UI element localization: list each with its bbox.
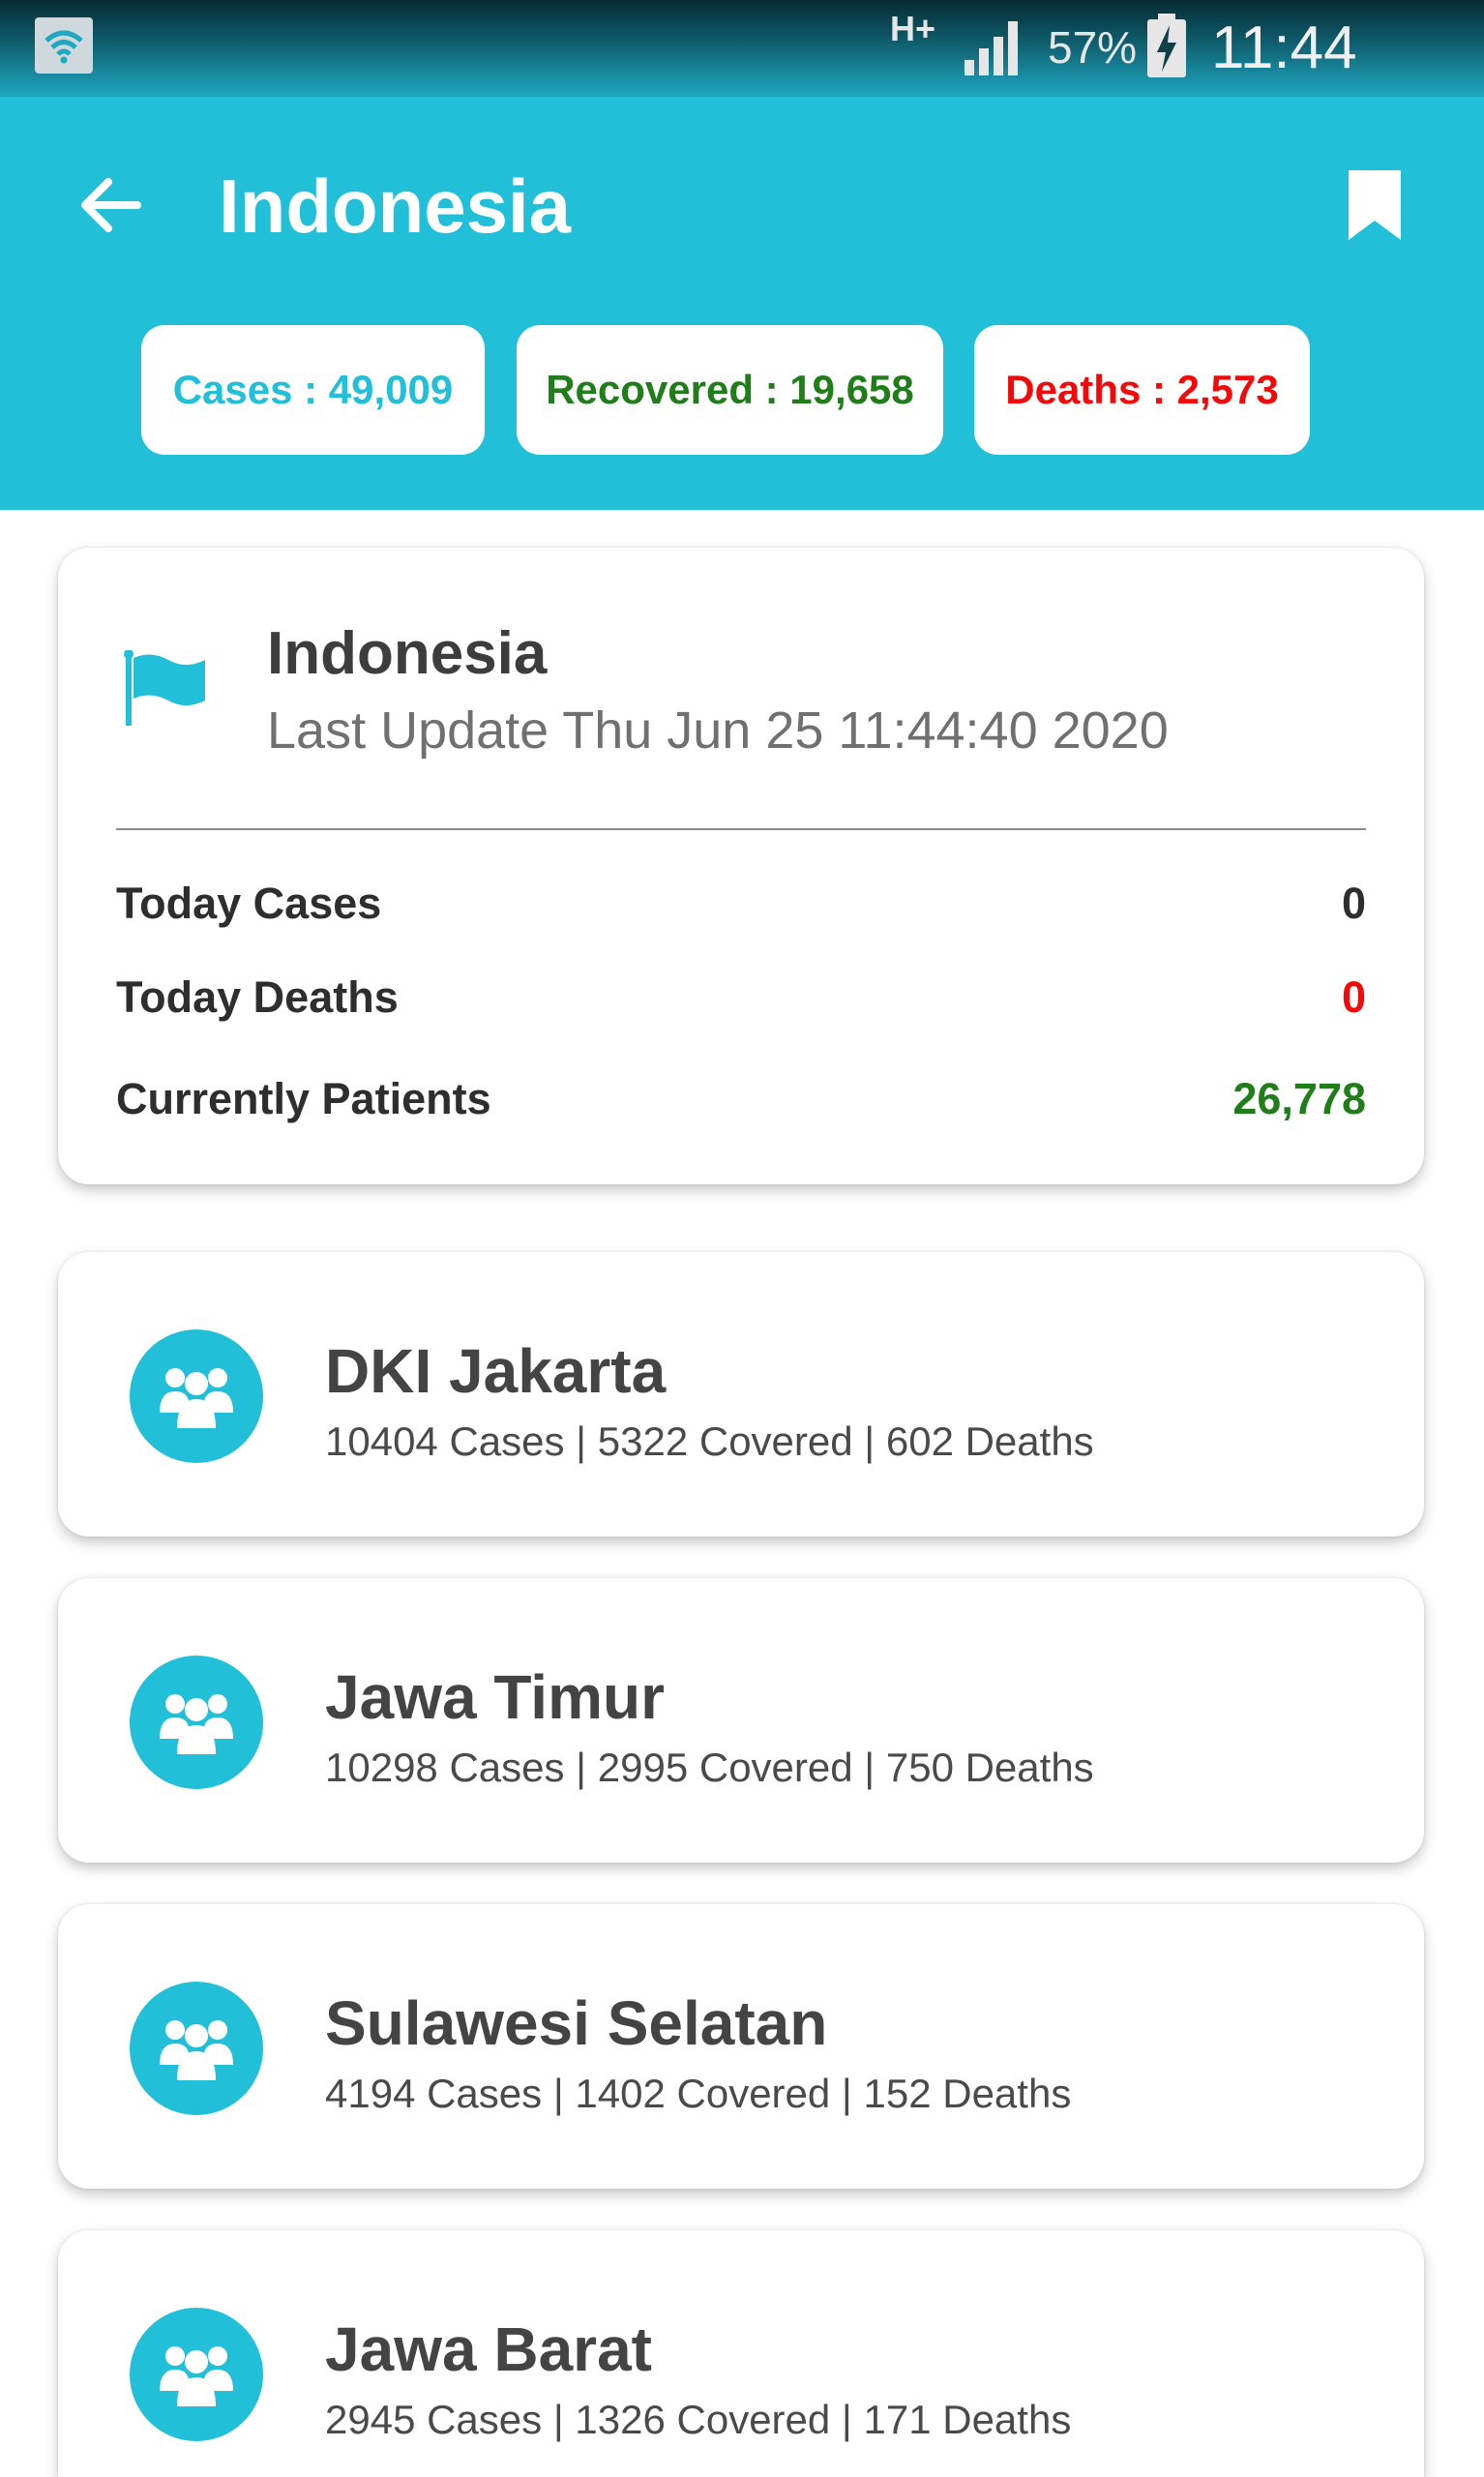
currently-patients-value: 26,778 <box>1232 1074 1366 1123</box>
cases-chip: Cases : 49,009 <box>141 325 485 455</box>
clock: 11:44 <box>1211 15 1357 81</box>
country-name: Indonesia <box>267 620 548 687</box>
province-name: Jawa Barat <box>325 2314 652 2384</box>
recovered-chip: Recovered : 19,658 <box>517 325 943 455</box>
currently-patients-label: Currently Patients <box>116 1074 491 1123</box>
province-stats: 4194 Cases | 1402 Covered | 152 Deaths <box>325 2071 1072 2116</box>
today-deaths-row: Today Deaths 0 <box>116 964 1366 1031</box>
province-card-jawa-timur[interactable]: Jawa Timur 10298 Cases | 2995 Covered | … <box>58 1578 1424 1863</box>
province-stats: 10404 Cases | 5322 Covered | 602 Deaths <box>325 1418 1094 1464</box>
today-cases-label: Today Cases <box>116 879 382 928</box>
province-name: DKI Jakarta <box>325 1336 667 1406</box>
flag-icon <box>124 650 205 726</box>
network-type: H+ <box>890 9 936 48</box>
country-summary-card: Indonesia Last Update Thu Jun 25 11:44:4… <box>58 548 1424 1184</box>
province-card-jawa-barat[interactable]: Jawa Barat 2945 Cases | 1326 Covered | 1… <box>58 2230 1424 2477</box>
arrow-left-icon <box>81 178 141 232</box>
today-cases-row: Today Cases 0 <box>116 870 1366 938</box>
group-icon <box>130 1329 263 1463</box>
group-icon <box>130 1982 263 2115</box>
group-icon <box>130 1656 263 1789</box>
app-bar: Indonesia Cases : 49,009 Recovered : 19,… <box>0 97 1484 510</box>
last-update-text: Last Update Thu Jun 25 11:44:40 2020 <box>267 701 1169 760</box>
province-name: Jawa Timur <box>325 1662 665 1732</box>
province-card-sulawesi-selatan[interactable]: Sulawesi Selatan 4194 Cases | 1402 Cover… <box>58 1904 1424 2189</box>
province-stats: 2945 Cases | 1326 Covered | 171 Deaths <box>325 2397 1072 2442</box>
currently-patients-row: Currently Patients 26,778 <box>116 1065 1366 1133</box>
today-deaths-value: 0 <box>1341 972 1366 1022</box>
status-bar: H+ 57% 11:44 <box>0 0 1484 97</box>
province-name: Sulawesi Selatan <box>325 1988 828 2058</box>
bookmark-icon <box>1349 170 1401 240</box>
divider <box>116 828 1366 830</box>
province-stats: 10298 Cases | 2995 Covered | 750 Deaths <box>325 1745 1094 1790</box>
bookmark-button[interactable] <box>1345 166 1405 244</box>
app-screen: H+ 57% 11:44 Indonesia Cases : 49,009 Re… <box>0 0 1484 2477</box>
deaths-chip: Deaths : 2,573 <box>974 325 1310 455</box>
wifi-icon <box>35 17 93 74</box>
battery-percent: 57% <box>1048 22 1138 73</box>
page-title: Indonesia <box>219 164 572 249</box>
back-button[interactable] <box>74 168 147 242</box>
province-card-dki-jakarta[interactable]: DKI Jakarta 10404 Cases | 5322 Covered |… <box>58 1252 1424 1537</box>
battery-charging-icon <box>1147 14 1186 77</box>
today-cases-value: 0 <box>1341 879 1366 928</box>
group-icon <box>130 2308 263 2441</box>
today-deaths-label: Today Deaths <box>116 972 399 1022</box>
signal-icon <box>965 21 1018 75</box>
